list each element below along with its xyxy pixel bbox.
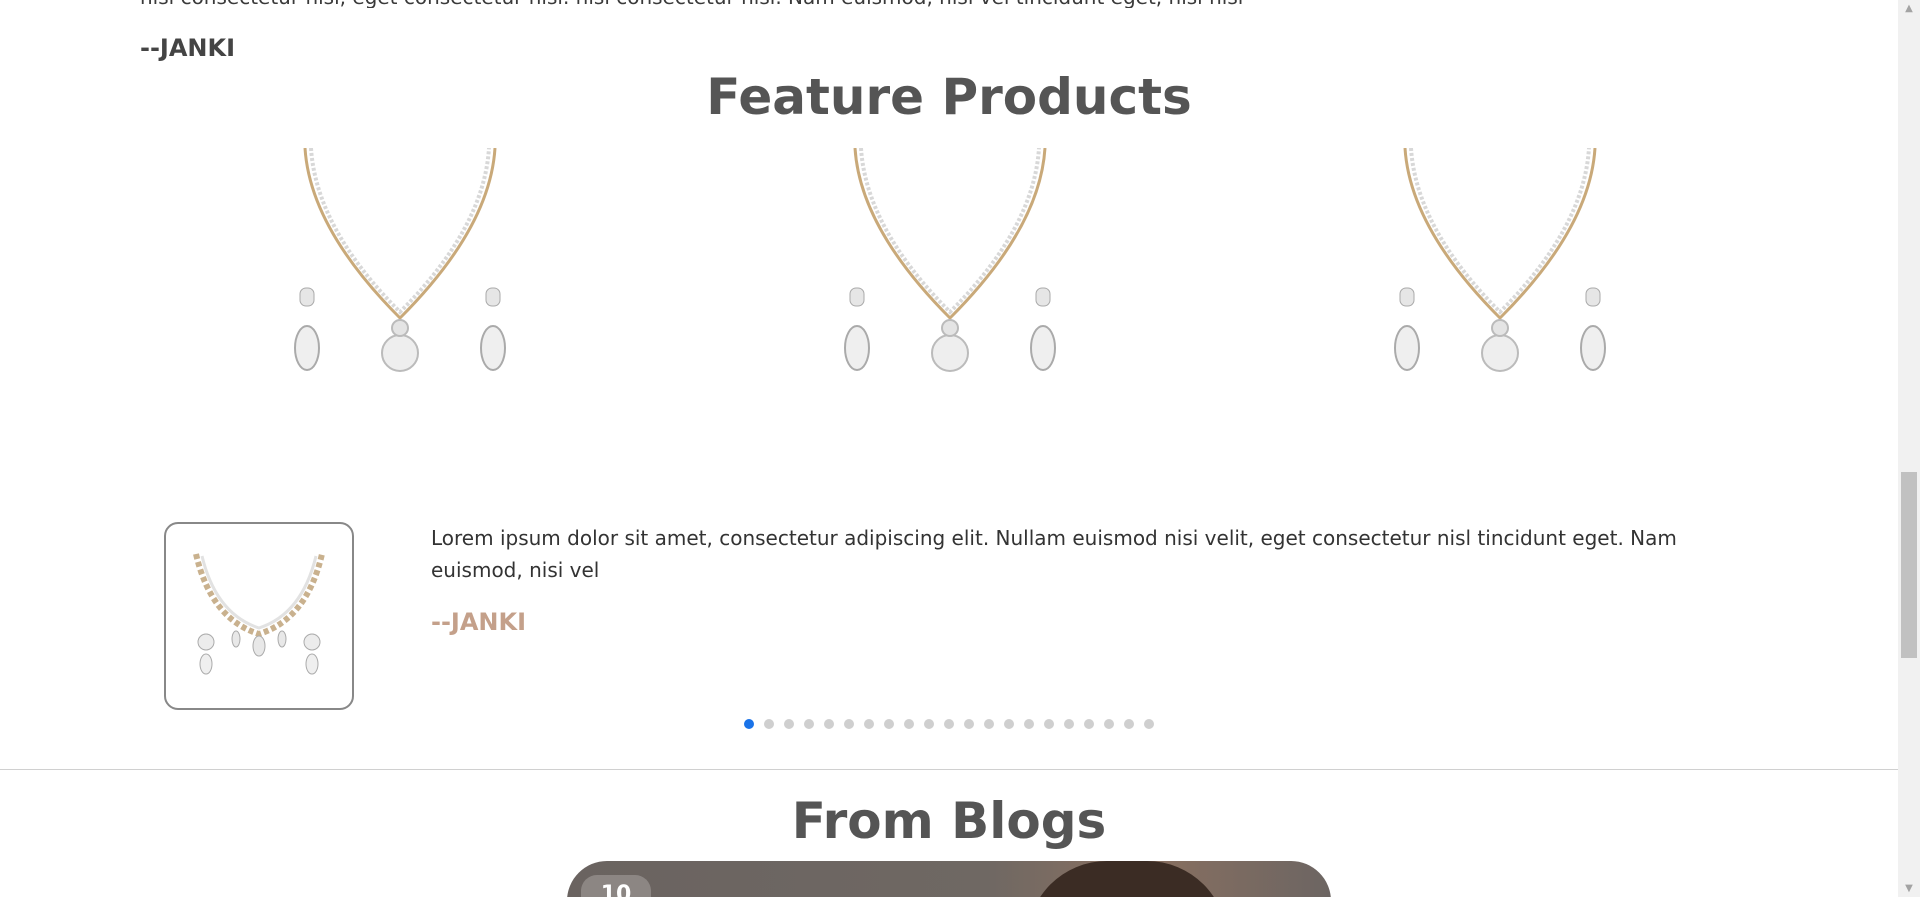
carousel-dot[interactable] bbox=[984, 719, 994, 729]
carousel-dot[interactable] bbox=[1144, 719, 1154, 729]
blog-date-badge: 10 bbox=[581, 875, 651, 897]
from-blogs-title: From Blogs bbox=[791, 792, 1107, 850]
carousel-dot[interactable] bbox=[864, 719, 874, 729]
product-card-2[interactable] bbox=[830, 147, 1070, 378]
carousel-pagination bbox=[744, 719, 1154, 729]
carousel-dot[interactable] bbox=[1084, 719, 1094, 729]
necklace-thumbnail-icon bbox=[193, 553, 325, 675]
section-divider bbox=[0, 769, 1898, 770]
necklace-set-image bbox=[1394, 147, 1606, 372]
carousel-dot[interactable] bbox=[924, 719, 934, 729]
carousel-dot[interactable] bbox=[964, 719, 974, 729]
product-card-3[interactable] bbox=[1380, 147, 1620, 378]
product-card-1[interactable] bbox=[280, 147, 520, 378]
carousel-dot[interactable] bbox=[844, 719, 854, 729]
carousel-dot[interactable] bbox=[944, 719, 954, 729]
carousel-dot[interactable] bbox=[1104, 719, 1114, 729]
necklace-set-image bbox=[294, 147, 506, 372]
carousel-dot[interactable] bbox=[1124, 719, 1134, 729]
scroll-down-arrow-icon[interactable]: ▼ bbox=[1898, 880, 1920, 897]
carousel-dot[interactable] bbox=[884, 719, 894, 729]
testimonial-author: --JANKI bbox=[431, 608, 527, 636]
previous-testimonial-author: --JANKI bbox=[140, 34, 236, 62]
blog-cover-image bbox=[1027, 861, 1227, 897]
blog-card[interactable]: 10 bbox=[567, 861, 1331, 897]
carousel-dot[interactable] bbox=[744, 719, 754, 729]
previous-testimonial-text: nisi consectetur nisl, eget consectetur … bbox=[140, 0, 1800, 8]
feature-products-title: Feature Products bbox=[706, 68, 1192, 126]
carousel-dot[interactable] bbox=[1004, 719, 1014, 729]
testimonial-text: Lorem ipsum dolor sit amet, consectetur … bbox=[431, 526, 1677, 582]
carousel-dot[interactable] bbox=[764, 719, 774, 729]
carousel-dot[interactable] bbox=[804, 719, 814, 729]
carousel-dot[interactable] bbox=[1044, 719, 1054, 729]
testimonial-thumbnail bbox=[164, 522, 354, 710]
carousel-dot[interactable] bbox=[1024, 719, 1034, 729]
carousel-dot[interactable] bbox=[824, 719, 834, 729]
carousel-dot[interactable] bbox=[904, 719, 914, 729]
carousel-dot[interactable] bbox=[1064, 719, 1074, 729]
scroll-up-arrow-icon[interactable]: ▲ bbox=[1898, 0, 1920, 17]
necklace-set-image bbox=[844, 147, 1056, 372]
scrollbar-thumb[interactable] bbox=[1901, 472, 1917, 658]
carousel-dot[interactable] bbox=[784, 719, 794, 729]
vertical-scrollbar[interactable]: ▲ ▼ bbox=[1898, 0, 1920, 897]
page: nisi consectetur nisl, eget consectetur … bbox=[0, 0, 1920, 897]
